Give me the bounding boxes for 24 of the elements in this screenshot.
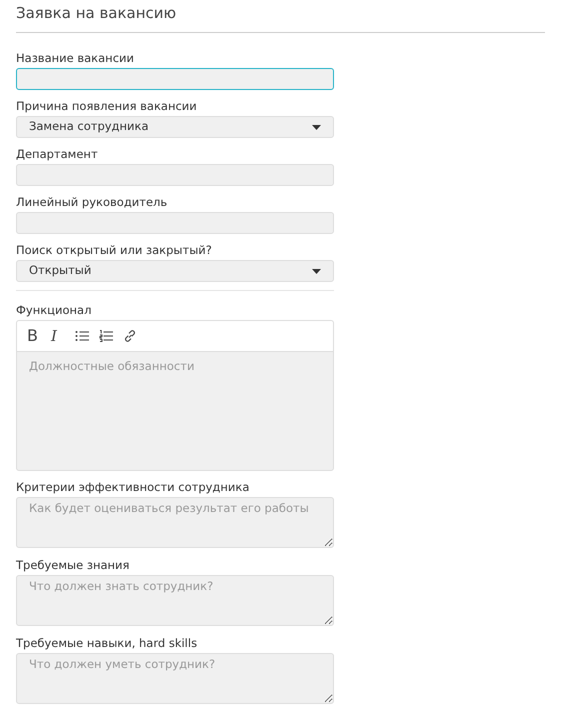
bold-button[interactable]: B <box>27 328 41 344</box>
field-label: Требуемые навыки, hard skills <box>16 635 198 651</box>
field-label: Функционал <box>16 302 92 318</box>
field-label: Линейный руководитель <box>16 194 168 210</box>
field-label: Название вакансии <box>16 50 135 66</box>
text-input[interactable] <box>16 68 334 90</box>
field-label: Поиск открытый или закрытый? <box>16 242 213 258</box>
select-dropdown[interactable]: Замена сотрудника <box>16 116 334 138</box>
caret-icon <box>312 124 321 130</box>
link-icon[interactable] <box>123 329 137 343</box>
field-label: Критерии эффективности сотрудника <box>16 479 250 495</box>
text-area[interactable]: Что должен знать сотрудник? <box>16 575 334 626</box>
bulleted-list-icon[interactable] <box>75 330 89 342</box>
field-label: Департамент <box>16 146 99 162</box>
italic-button[interactable]: I <box>51 328 65 344</box>
text-area[interactable]: Что должен уметь сотрудник? <box>16 653 334 704</box>
text-area[interactable]: Как будет оцениваться результат его работы <box>16 497 334 548</box>
field-label: Требуемые знания <box>16 557 130 573</box>
select-dropdown[interactable]: Открытый <box>16 260 334 282</box>
caret-icon <box>312 268 321 274</box>
field-label: Причина появления вакансии <box>16 98 198 114</box>
editor-text-area[interactable]: Должностные обязанности <box>16 351 334 471</box>
numbered-list-icon[interactable] <box>99 330 113 342</box>
form-title: Заявка на вакансию <box>16 3 545 33</box>
